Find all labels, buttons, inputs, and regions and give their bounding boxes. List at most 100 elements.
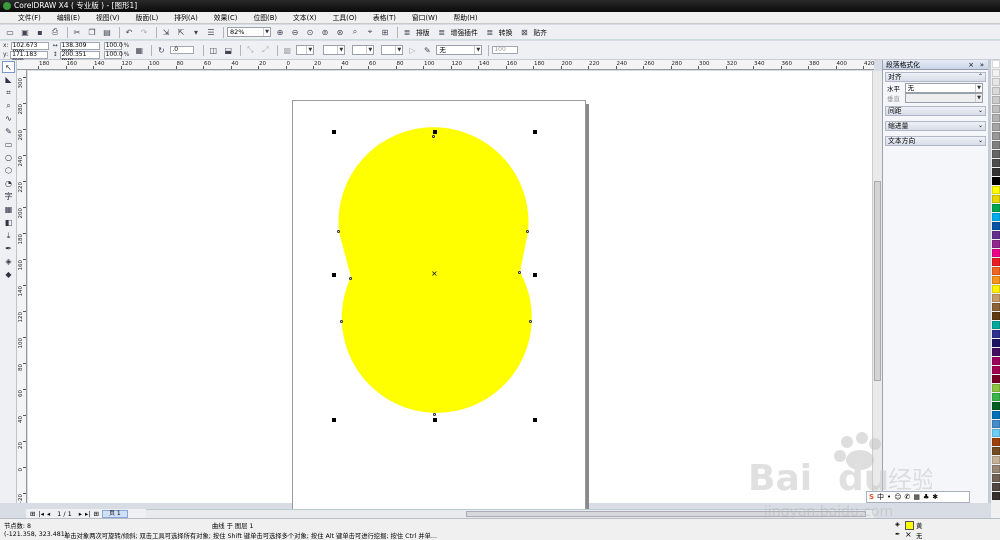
palette-swatch[interactable] [992,150,1000,158]
zoom-selected-icon[interactable]: ⊙ [304,27,316,38]
curve-node[interactable] [340,320,343,323]
paragraph-button[interactable]: 排版 [416,27,430,37]
palette-swatch[interactable] [992,96,1000,104]
selection-handle[interactable] [533,418,537,422]
indent-section-header[interactable]: 缩进量 ⌄ [885,121,986,131]
palette-swatch[interactable] [992,402,1000,410]
horizontal-align-select[interactable]: 无 ▼ [904,82,983,93]
table-tool-icon[interactable]: ▦ [2,204,15,216]
import-icon[interactable]: ⇲ [160,27,172,38]
selection-handle[interactable] [433,130,437,134]
text-tool-icon[interactable]: 字 [2,191,15,203]
snap-button[interactable]: 贴齐 [533,27,547,37]
page-tab[interactable]: 页 1 [101,509,128,518]
align-section-header[interactable]: 对齐 ⌃ [885,72,986,82]
palette-swatch[interactable] [992,312,1000,320]
convert-button[interactable]: 转换 [499,27,513,37]
palette-swatch[interactable] [992,258,1000,266]
y-position-field[interactable]: 171.183 mm [10,50,49,63]
scrollbar-thumb[interactable] [874,181,881,381]
polygon-tool-icon[interactable]: ⬡ [2,165,15,177]
vertical-align-select[interactable]: ▼ [904,92,983,103]
palette-swatch[interactable] [992,123,1000,131]
palette-swatch[interactable] [992,69,1000,77]
palette-swatch[interactable] [992,60,1000,68]
x-position-field[interactable]: 102.673 mm [10,41,49,54]
rectangle-tool-icon[interactable]: ▭ [2,139,15,151]
palette-swatch[interactable] [992,393,1000,401]
curve-node[interactable] [526,230,529,233]
nib-size-field[interactable]: 100 [492,46,519,54]
palette-swatch[interactable] [992,240,1000,248]
end-arrow-select[interactable]: ▼ [381,45,404,55]
save-icon[interactable]: ▪ [34,27,46,38]
palette-swatch[interactable] [992,177,1000,185]
palette-swatch[interactable] [992,141,1000,149]
palette-swatch[interactable] [992,105,1000,113]
print-icon[interactable]: ⎙ [49,27,61,38]
menu-text[interactable]: 文本(X) [285,12,325,23]
line-style-select[interactable]: ▼ [352,45,375,55]
palette-swatch[interactable] [992,231,1000,239]
height-field[interactable]: 200.351 mm [59,50,100,63]
zoom-width-icon[interactable]: ⌕ [349,27,361,38]
shape-tool-icon[interactable]: ◣ [2,74,15,86]
curve-node[interactable] [433,413,436,416]
first-page-icon[interactable]: |◂ [38,510,43,518]
menu-edit[interactable]: 编辑(E) [49,12,88,23]
zoom-out-icon[interactable]: ⊖ [289,27,301,38]
palette-swatch[interactable] [992,132,1000,140]
prev-page-icon[interactable]: ◂ [47,510,50,518]
palette-swatch[interactable] [992,303,1000,311]
no-outline-icon[interactable]: ⨯ [905,530,912,539]
menu-help[interactable]: 帮助(H) [446,12,486,23]
document-page[interactable] [292,100,586,510]
welcome-screen-icon[interactable]: ☰ [205,27,217,38]
curve-node[interactable] [432,135,435,138]
palette-swatch[interactable] [992,204,1000,212]
smart-fill-tool-icon[interactable]: ✎ [2,126,15,138]
palette-swatch[interactable] [992,429,1000,437]
enhance-plugin-button[interactable]: 增强插件 [451,27,478,37]
node-curve-icon[interactable]: ⤢ [259,45,271,56]
palette-swatch[interactable] [992,456,1000,464]
palette-swatch[interactable] [992,321,1000,329]
vertical-ruler[interactable]: 300 280 260 240 220 200 180 160 140 120 100 80 60 40 2… [17,70,27,503]
paste-icon[interactable]: ▤ [101,27,113,38]
menu-table[interactable]: 表格(T) [365,12,404,23]
zoom-level-select[interactable]: 82% ▼ [227,27,271,37]
new-document-icon[interactable]: ▭ [4,27,16,38]
outline-tool-icon[interactable]: ✒ [2,243,15,255]
add-page-icon[interactable]: ⊞ [93,510,98,518]
copy-icon[interactable]: ❐ [86,27,98,38]
palette-swatch[interactable] [992,267,1000,275]
menu-file[interactable]: 文件(F) [16,12,49,23]
fit-icon[interactable]: ⊞ [379,27,391,38]
text-direction-section-header[interactable]: 文本方向 ⌄ [885,136,986,146]
menu-view[interactable]: 视图(V) [88,12,128,23]
selection-handle[interactable] [332,130,336,134]
open-folder-icon[interactable]: ▣ [19,27,31,38]
curve-node[interactable] [529,320,532,323]
horizontal-ruler[interactable]: 180 160 140 120 100 80 60 40 20 0 20 40 60 80 100 120 14… [17,60,875,70]
menu-arrange[interactable]: 排列(A) [166,12,206,23]
selection-handle[interactable] [433,418,437,422]
palette-swatch[interactable] [992,87,1000,95]
ellipse-tool-icon[interactable]: ○ [2,152,15,164]
palette-swatch[interactable] [992,438,1000,446]
palette-swatch[interactable] [992,483,1000,491]
docker-collapse-icon[interactable]: » [980,60,984,70]
menu-window[interactable]: 窗口(W) [404,12,446,23]
start-arrow-select[interactable]: ▼ [323,45,346,55]
zoom-height-icon[interactable]: ⌖ [364,27,376,38]
palette-swatch[interactable] [992,222,1000,230]
palette-swatch[interactable] [992,195,1000,203]
undo-icon[interactable]: ↶ [123,27,135,38]
zoom-all-icon[interactable]: ⊚ [319,27,331,38]
crop-tool-icon[interactable]: ⌗ [2,87,15,99]
interactive-tool-icon[interactable]: ◧ [2,217,15,229]
palette-swatch[interactable] [992,375,1000,383]
export-icon[interactable]: ⇱ [175,27,187,38]
menu-tools[interactable]: 工具(O) [325,12,365,23]
zoom-in-icon[interactable]: ⊕ [274,27,286,38]
